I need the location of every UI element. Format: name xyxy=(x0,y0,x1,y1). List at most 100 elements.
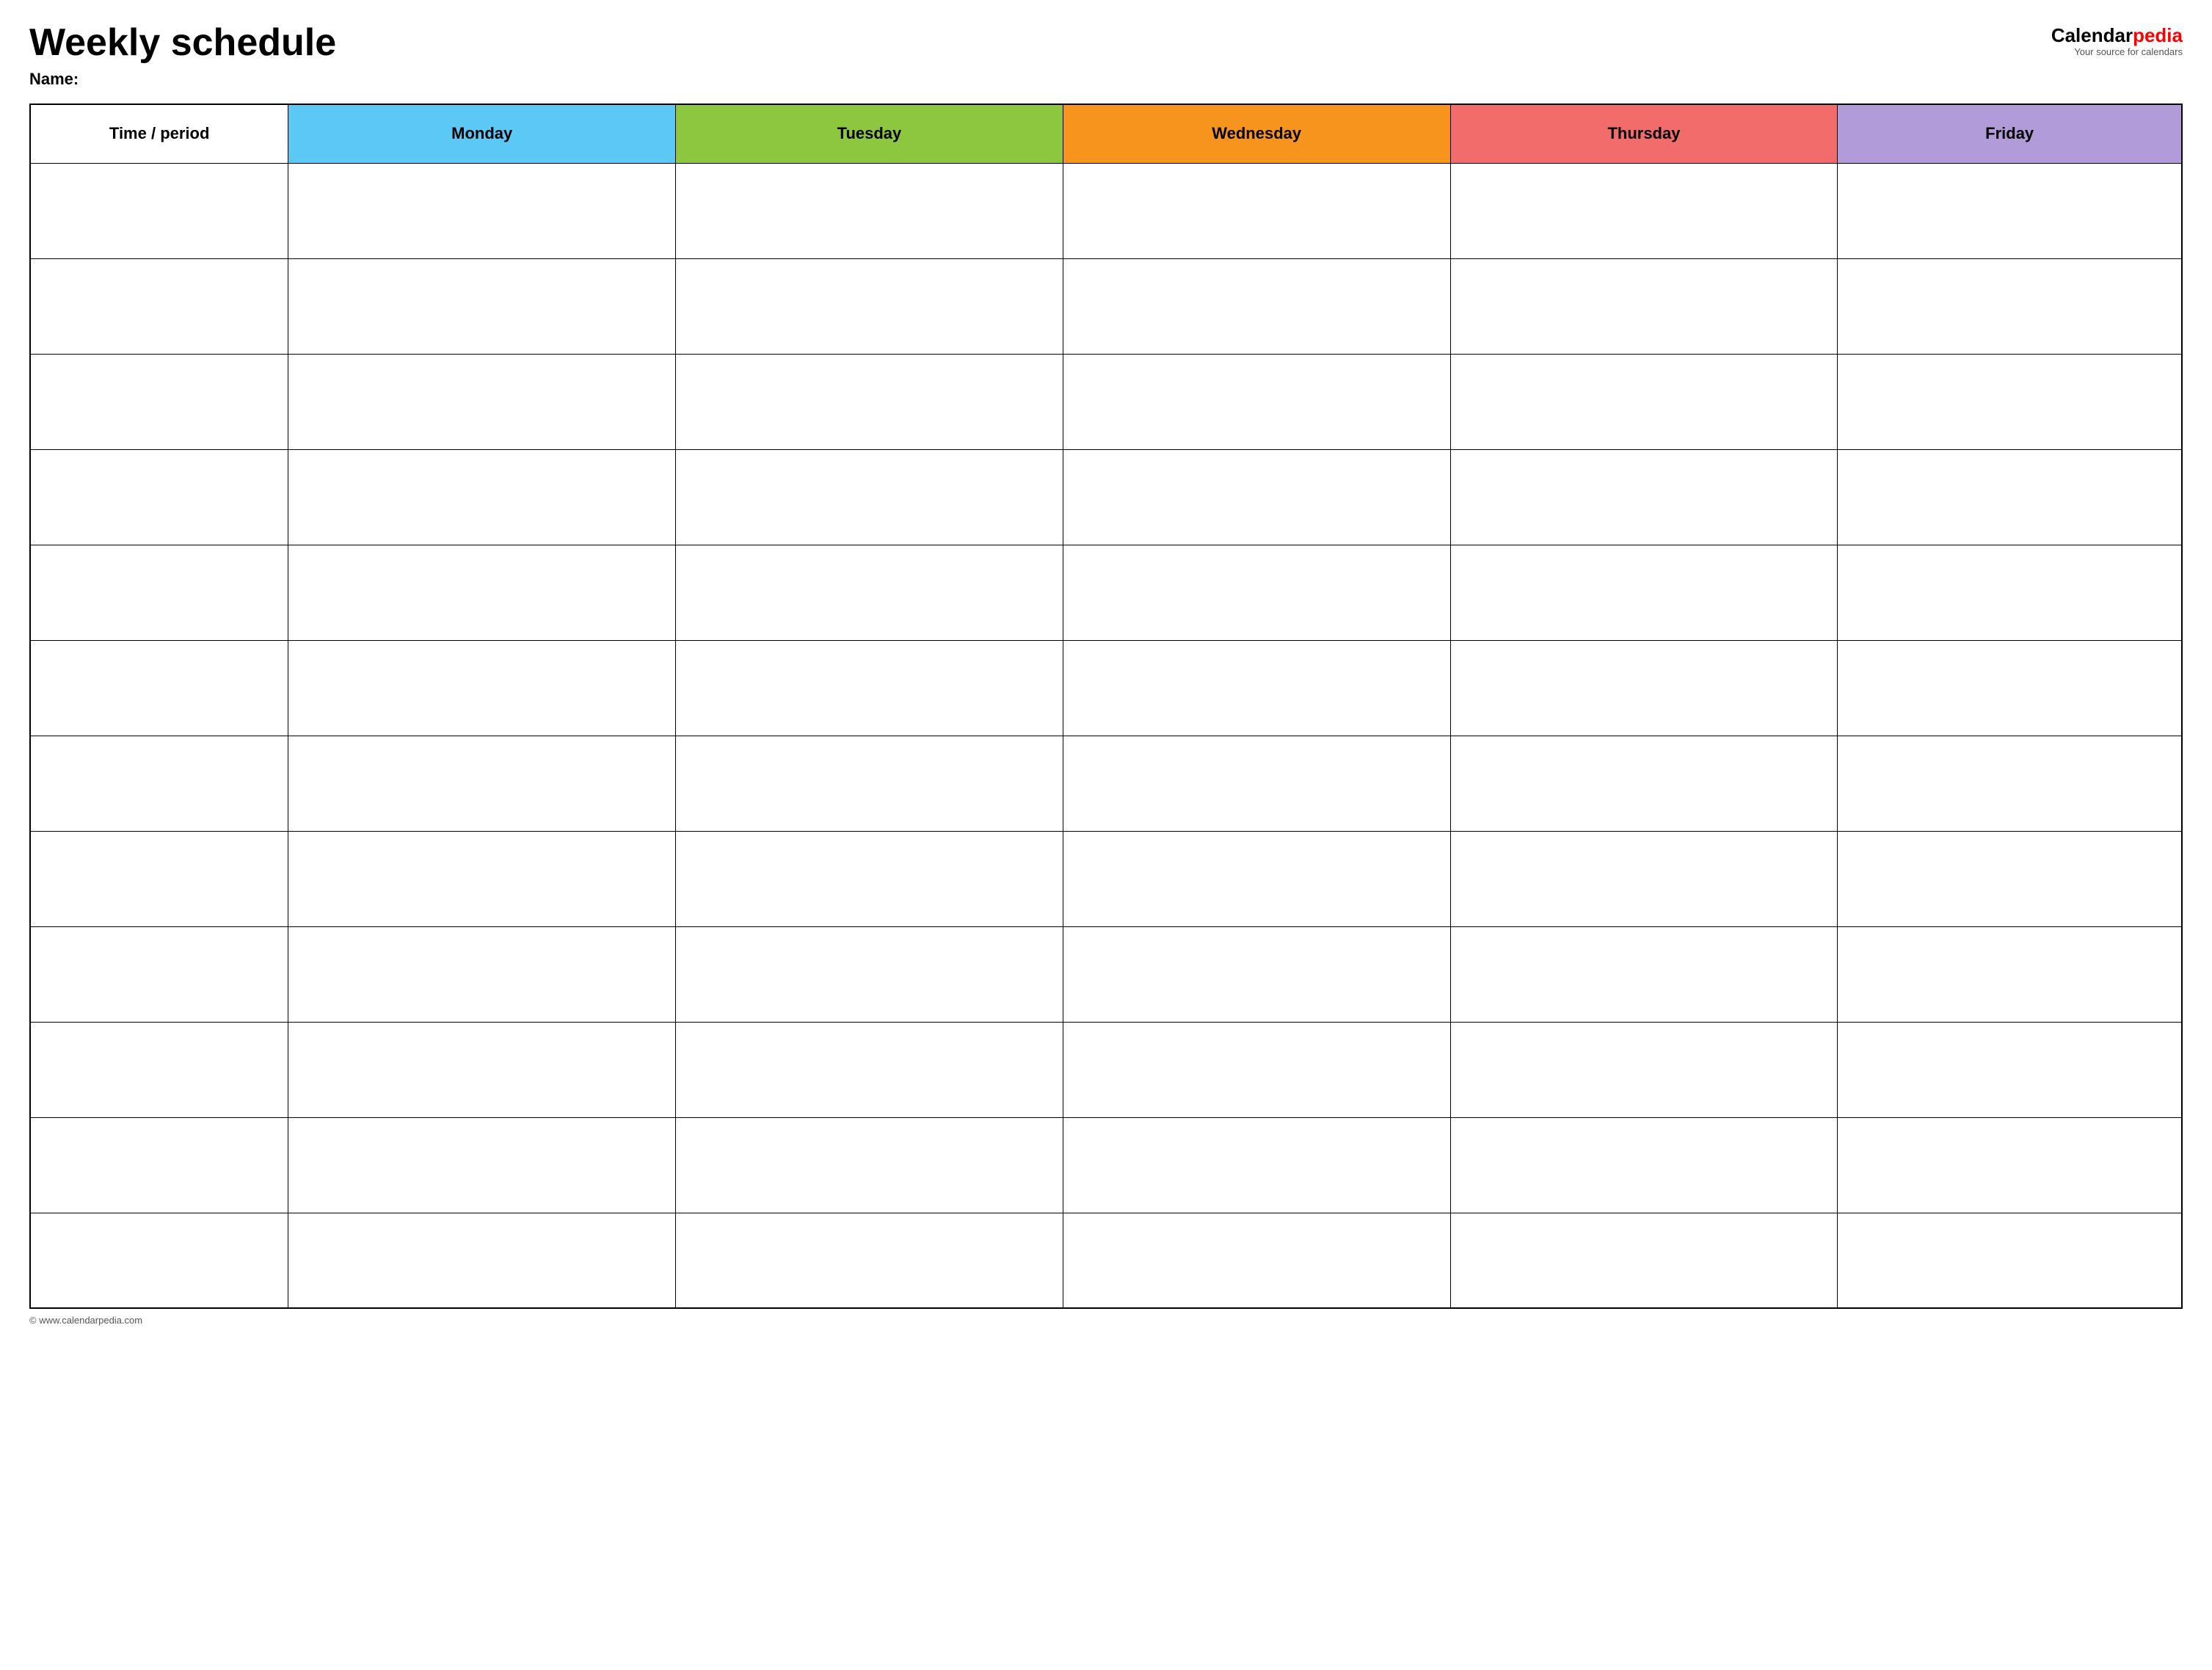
table-cell[interactable] xyxy=(1063,449,1450,545)
table-cell[interactable] xyxy=(1450,1213,1838,1308)
table-cell[interactable] xyxy=(1838,640,2182,736)
table-row xyxy=(30,163,2182,258)
table-cell[interactable] xyxy=(1450,258,1838,354)
page-title: Weekly schedule xyxy=(29,22,336,64)
table-cell[interactable] xyxy=(1838,449,2182,545)
col-header-tuesday: Tuesday xyxy=(676,104,1063,163)
table-cell[interactable] xyxy=(676,163,1063,258)
table-row xyxy=(30,449,2182,545)
table-cell[interactable] xyxy=(1450,926,1838,1022)
table-cell[interactable] xyxy=(676,545,1063,640)
table-cell[interactable] xyxy=(288,926,676,1022)
name-label: Name: xyxy=(29,70,336,89)
table-cell[interactable] xyxy=(1838,1213,2182,1308)
table-cell[interactable] xyxy=(288,640,676,736)
table-row xyxy=(30,545,2182,640)
table-cell[interactable] xyxy=(676,1022,1063,1117)
table-row xyxy=(30,1213,2182,1308)
table-cell[interactable] xyxy=(676,354,1063,449)
table-row xyxy=(30,926,2182,1022)
logo-text: Calendarpedia xyxy=(2051,26,2183,45)
title-area: Weekly schedule Name: xyxy=(29,22,336,89)
table-header-row: Time / period Monday Tuesday Wednesday T… xyxy=(30,104,2182,163)
table-cell[interactable] xyxy=(1450,1117,1838,1213)
table-cell[interactable] xyxy=(1063,163,1450,258)
footer: © www.calendarpedia.com xyxy=(29,1315,2183,1326)
table-cell[interactable] xyxy=(676,1117,1063,1213)
table-row xyxy=(30,736,2182,831)
table-cell[interactable] xyxy=(1838,831,2182,926)
table-cell[interactable] xyxy=(1063,354,1450,449)
col-header-wednesday: Wednesday xyxy=(1063,104,1450,163)
table-cell[interactable] xyxy=(1838,1117,2182,1213)
table-cell[interactable] xyxy=(288,163,676,258)
table-cell[interactable] xyxy=(30,736,288,831)
table-cell[interactable] xyxy=(1063,258,1450,354)
table-cell[interactable] xyxy=(288,1117,676,1213)
table-cell[interactable] xyxy=(1838,926,2182,1022)
table-row xyxy=(30,831,2182,926)
footer-url: © www.calendarpedia.com xyxy=(29,1315,142,1326)
table-cell[interactable] xyxy=(676,640,1063,736)
table-cell[interactable] xyxy=(1450,640,1838,736)
table-cell[interactable] xyxy=(288,736,676,831)
table-cell[interactable] xyxy=(676,449,1063,545)
table-cell[interactable] xyxy=(30,258,288,354)
table-cell[interactable] xyxy=(1450,545,1838,640)
table-cell[interactable] xyxy=(30,926,288,1022)
table-cell[interactable] xyxy=(30,354,288,449)
table-cell[interactable] xyxy=(1838,258,2182,354)
table-cell[interactable] xyxy=(288,1213,676,1308)
table-cell[interactable] xyxy=(1838,354,2182,449)
table-cell[interactable] xyxy=(30,831,288,926)
table-cell[interactable] xyxy=(1063,545,1450,640)
table-cell[interactable] xyxy=(1838,545,2182,640)
logo-area: Calendarpedia Your source for calendars xyxy=(2051,26,2183,57)
table-cell[interactable] xyxy=(1838,163,2182,258)
table-cell[interactable] xyxy=(30,640,288,736)
table-cell[interactable] xyxy=(1063,1022,1450,1117)
table-cell[interactable] xyxy=(1450,831,1838,926)
table-cell[interactable] xyxy=(288,449,676,545)
table-cell[interactable] xyxy=(1063,831,1450,926)
table-cell[interactable] xyxy=(288,258,676,354)
col-header-friday: Friday xyxy=(1838,104,2182,163)
table-row xyxy=(30,354,2182,449)
table-cell[interactable] xyxy=(1450,354,1838,449)
table-cell[interactable] xyxy=(30,1117,288,1213)
table-cell[interactable] xyxy=(1838,736,2182,831)
table-cell[interactable] xyxy=(288,354,676,449)
table-cell[interactable] xyxy=(288,831,676,926)
table-cell[interactable] xyxy=(1450,163,1838,258)
table-cell[interactable] xyxy=(1063,1213,1450,1308)
table-row xyxy=(30,258,2182,354)
table-cell[interactable] xyxy=(1063,926,1450,1022)
table-row xyxy=(30,1117,2182,1213)
table-cell[interactable] xyxy=(30,1022,288,1117)
table-cell[interactable] xyxy=(1063,1117,1450,1213)
logo-tagline: Your source for calendars xyxy=(2074,46,2183,57)
logo-pedia: pedia xyxy=(2133,24,2183,46)
table-cell[interactable] xyxy=(1450,736,1838,831)
table-cell[interactable] xyxy=(1450,1022,1838,1117)
table-cell[interactable] xyxy=(30,163,288,258)
table-cell[interactable] xyxy=(288,545,676,640)
table-cell[interactable] xyxy=(676,258,1063,354)
table-cell[interactable] xyxy=(30,449,288,545)
col-header-time: Time / period xyxy=(30,104,288,163)
table-row xyxy=(30,1022,2182,1117)
table-cell[interactable] xyxy=(30,545,288,640)
table-cell[interactable] xyxy=(676,1213,1063,1308)
col-header-thursday: Thursday xyxy=(1450,104,1838,163)
table-cell[interactable] xyxy=(1063,640,1450,736)
table-cell[interactable] xyxy=(1063,736,1450,831)
table-cell[interactable] xyxy=(676,736,1063,831)
table-cell[interactable] xyxy=(1838,1022,2182,1117)
table-cell[interactable] xyxy=(676,926,1063,1022)
table-cell[interactable] xyxy=(288,1022,676,1117)
logo-calendar: Calendar xyxy=(2051,24,2133,46)
table-cell[interactable] xyxy=(676,831,1063,926)
table-cell[interactable] xyxy=(30,1213,288,1308)
table-cell[interactable] xyxy=(1450,449,1838,545)
col-header-monday: Monday xyxy=(288,104,676,163)
